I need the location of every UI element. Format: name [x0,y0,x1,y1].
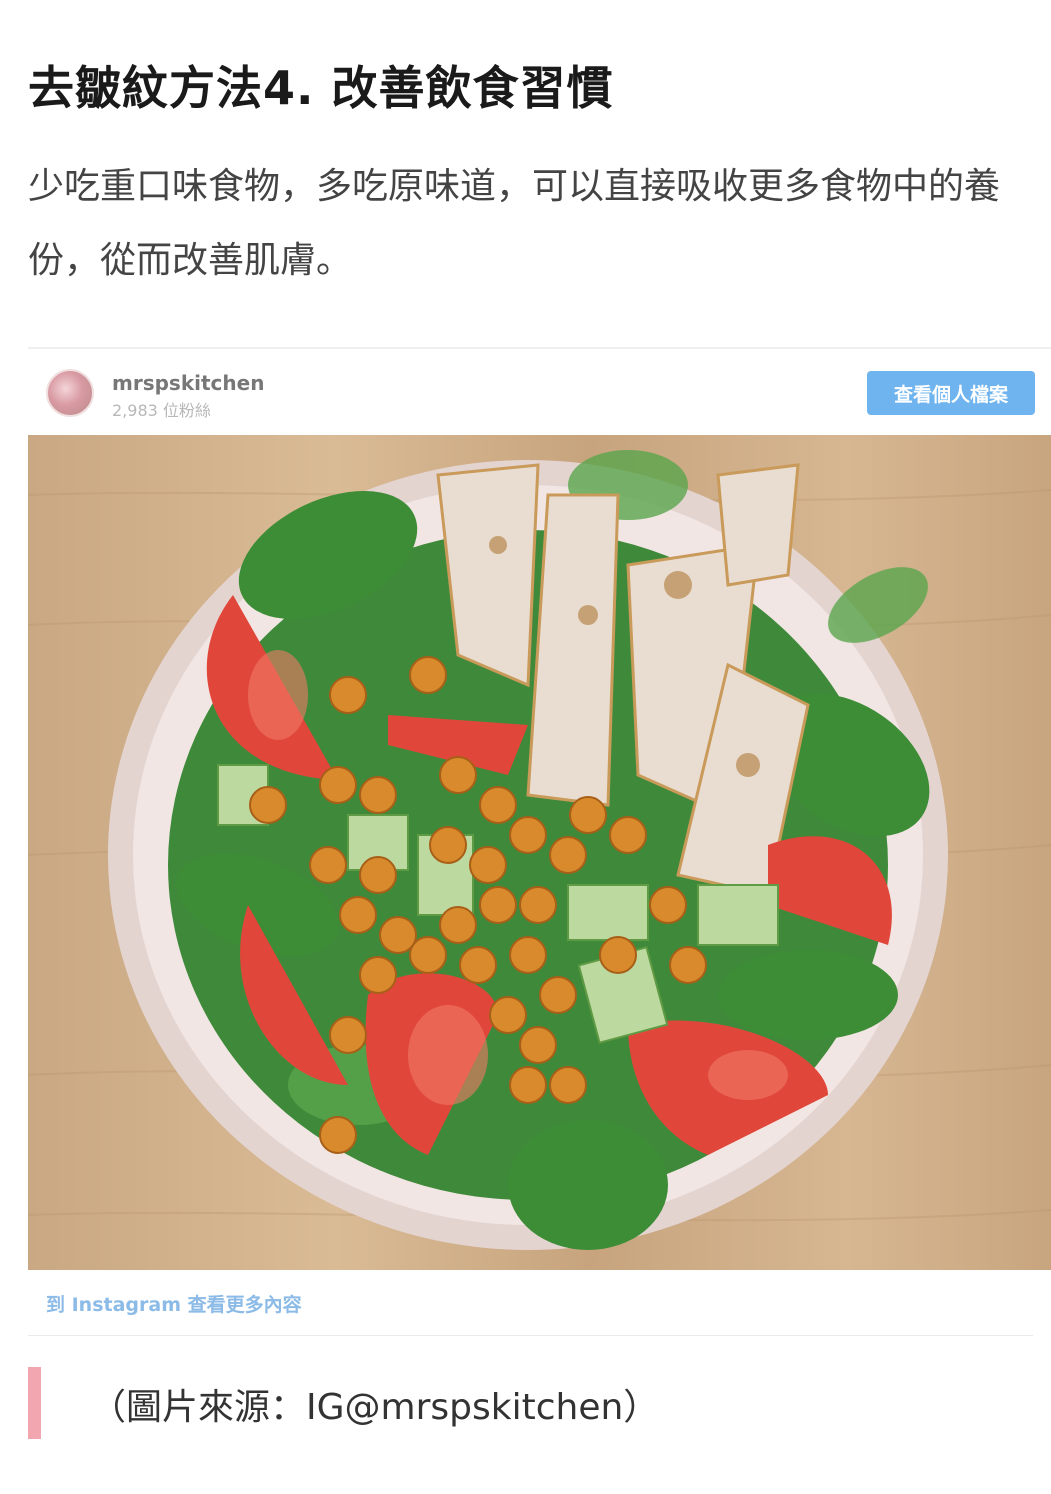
caption-accent-bar [28,1367,41,1439]
salad-bowl-image [28,450,1051,1250]
avatar[interactable] [46,369,94,417]
divider [28,1335,1033,1336]
article-heading: 去皺紋方法4. 改善飲食習慣 [28,61,614,115]
post-image[interactable] [28,435,1051,1270]
embed-header: mrspskitchen 2,983 位粉絲 查看個人檔案 [28,349,1051,435]
embed-username[interactable]: mrspskitchen [112,371,264,395]
view-profile-button[interactable]: 查看個人檔案 [867,371,1035,415]
instagram-embed: mrspskitchen 2,983 位粉絲 查看個人檔案 到 Instagra… [28,347,1051,1337]
follower-count: 2,983 位粉絲 [112,401,211,420]
image-caption: （圖片來源：IG@mrspskitchen） [90,1387,660,1428]
article-body: 少吃重口味食物，多吃原味道，可以直接吸收更多食物中的養份，從而改善肌膚。 [28,166,1001,281]
instagram-link[interactable]: 到 Instagram 查看更多內容 [46,1290,302,1317]
embed-footer: 到 Instagram 查看更多內容 [28,1270,1051,1336]
